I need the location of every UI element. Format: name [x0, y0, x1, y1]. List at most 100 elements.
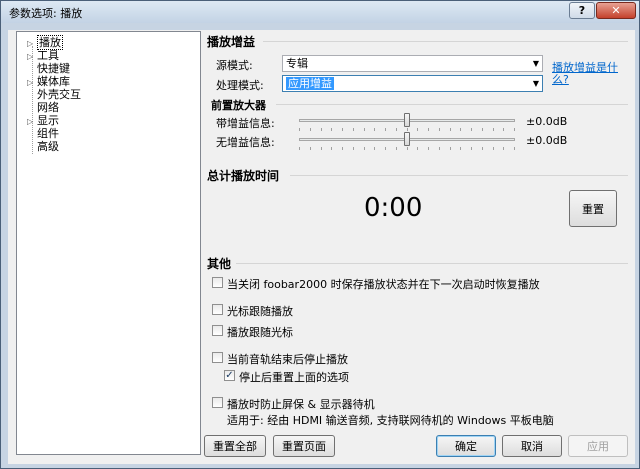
- slider-tick: [428, 147, 429, 150]
- slider-tick: [299, 147, 300, 150]
- slider-tick: [514, 147, 515, 150]
- slider-tick: [493, 147, 494, 150]
- title-bar[interactable]: 参数选项: 播放 ? ✕: [1, 1, 639, 23]
- tree-item-components[interactable]: 组件: [27, 127, 59, 140]
- with-info-slider-thumb[interactable]: [404, 113, 410, 127]
- tree-item-shell-integration[interactable]: 外壳交互: [27, 88, 81, 101]
- option-prevent-screensaver[interactable]: 播放时防止屏保 & 显示器待机: [227, 396, 375, 412]
- checkbox-playback-follows-cursor[interactable]: [212, 325, 223, 336]
- tree-item-label: 网络: [37, 101, 59, 114]
- slider-tick: [310, 128, 311, 131]
- tree-item-label: 播放: [37, 35, 63, 50]
- dialog-client: ▷ 播放 ▷ 工具 快捷键 ▷ 媒体库 外壳交互 网络 ▷ 显示 组件 高级 播放增益 …: [8, 30, 635, 464]
- reset-page-button[interactable]: 重置页面: [273, 435, 335, 457]
- cancel-button[interactable]: 取消: [502, 435, 562, 457]
- slider-tick: [439, 147, 440, 150]
- checkbox-reset-after-stop[interactable]: ✓: [224, 370, 235, 381]
- preferences-window: 参数选项: 播放 ? ✕ ▷ 播放 ▷ 工具 快捷键 ▷ 媒体库 外壳交互 网络 ▷ 显…: [0, 0, 640, 469]
- slider-tick: [450, 147, 451, 150]
- dropdown-arrow-icon[interactable]: ▼: [533, 56, 539, 71]
- tree-item-label: 快捷键: [37, 62, 70, 75]
- preferences-tree[interactable]: ▷ 播放 ▷ 工具 快捷键 ▷ 媒体库 外壳交互 网络 ▷ 显示 组件 高级: [16, 31, 201, 455]
- slider-tick: [342, 128, 343, 131]
- slider-tick: [353, 128, 354, 131]
- checkbox-save-playback-state[interactable]: [212, 277, 223, 288]
- option-cursor-follows-playback[interactable]: 光标跟随播放: [227, 303, 293, 319]
- slider-tick: [482, 147, 483, 150]
- slider-tick: [460, 147, 461, 150]
- slider-tick: [299, 128, 300, 131]
- with-info-label: 带增益信息:: [216, 117, 275, 130]
- tree-item-media-library[interactable]: ▷ 媒体库: [27, 75, 70, 88]
- tree-item-tools[interactable]: ▷ 工具: [27, 49, 59, 62]
- slider-tick: [385, 147, 386, 150]
- slider-tick: [364, 147, 365, 150]
- dropdown-arrow-icon[interactable]: ▼: [533, 76, 539, 91]
- slider-tick: [493, 128, 494, 131]
- slider-tick: [471, 147, 472, 150]
- option-playback-follows-cursor[interactable]: 播放跟随光标: [227, 324, 293, 340]
- slider-tick: [331, 128, 332, 131]
- replaygain-title: 播放增益: [207, 35, 256, 49]
- total-time-value: 0:00: [364, 193, 423, 223]
- reset-time-button[interactable]: 重置: [569, 190, 617, 227]
- checkbox-prevent-screensaver[interactable]: [212, 397, 223, 408]
- prevent-screensaver-note: 适用于: 经由 HDMI 输送音频, 支持联网待机的 Windows 平板电脑: [227, 414, 554, 427]
- tree-item-label: 媒体库: [37, 75, 70, 88]
- slider-tick: [439, 128, 440, 131]
- tree-item-label: 组件: [37, 127, 59, 140]
- tree-item-networking[interactable]: 网络: [27, 101, 59, 114]
- slider-tick: [321, 147, 322, 150]
- tree-item-display[interactable]: ▷ 显示: [27, 114, 59, 127]
- tree-item-label: 高级: [37, 140, 59, 153]
- help-button[interactable]: ?: [569, 2, 595, 19]
- slider-tick: [374, 147, 375, 150]
- processing-mode-value: 应用增益: [286, 77, 334, 90]
- slider-tick: [396, 147, 397, 150]
- slider-tick: [482, 128, 483, 131]
- window-title: 参数选项: 播放: [9, 7, 83, 20]
- tree-item-advanced[interactable]: 高级: [27, 140, 59, 153]
- tree-item-playback[interactable]: ▷ 播放: [27, 35, 63, 50]
- slider-tick: [428, 128, 429, 131]
- slider-ticks: [299, 147, 515, 151]
- option-save-playback-state[interactable]: 当关闭 foobar2000 时保存播放状态并在下一次启动时恢复播放: [227, 276, 540, 292]
- checkbox-cursor-follows-playback[interactable]: [212, 304, 223, 315]
- reset-all-button[interactable]: 重置全部: [204, 435, 266, 457]
- slider-tick: [417, 128, 418, 131]
- slider-tick: [417, 147, 418, 150]
- without-info-label: 无增益信息:: [216, 136, 275, 149]
- apply-button[interactable]: 应用: [568, 435, 628, 457]
- tree-item-label: 外壳交互: [37, 88, 81, 101]
- source-mode-value: 专辑: [286, 57, 308, 70]
- slider-tick: [460, 128, 461, 131]
- source-mode-label: 源模式:: [216, 59, 253, 72]
- processing-mode-select[interactable]: 应用增益 ▼: [282, 75, 543, 92]
- checkbox-stop-after-current[interactable]: [212, 352, 223, 363]
- slider-tick: [471, 128, 472, 131]
- slider-tick: [385, 128, 386, 131]
- slider-tick: [407, 147, 408, 150]
- with-info-value: ±0.0dB: [526, 115, 568, 128]
- tree-item-keyboard-shortcuts[interactable]: 快捷键: [27, 62, 70, 75]
- close-button[interactable]: ✕: [596, 2, 636, 19]
- ok-button[interactable]: 确定: [436, 435, 496, 457]
- slider-tick: [321, 128, 322, 131]
- slider-tick: [364, 128, 365, 131]
- option-reset-after-stop[interactable]: 停止后重置上面的选项: [239, 369, 349, 385]
- other-title: 其他: [207, 257, 232, 271]
- slider-tick: [353, 147, 354, 150]
- separator: [290, 175, 628, 176]
- source-mode-select[interactable]: 专辑 ▼: [282, 55, 543, 72]
- separator: [263, 41, 628, 42]
- slider-tick: [503, 147, 504, 150]
- slider-tick: [503, 128, 504, 131]
- separator: [276, 104, 628, 105]
- slider-tick: [407, 128, 408, 131]
- option-stop-after-current[interactable]: 当前音轨结束后停止播放: [227, 351, 348, 367]
- total-time-title: 总计播放时间: [207, 169, 280, 183]
- replaygain-help-link[interactable]: 播放增益是什么?: [552, 62, 622, 86]
- tree-item-label: 工具: [37, 49, 59, 62]
- without-info-value: ±0.0dB: [526, 134, 568, 147]
- without-info-slider-thumb[interactable]: [404, 132, 410, 146]
